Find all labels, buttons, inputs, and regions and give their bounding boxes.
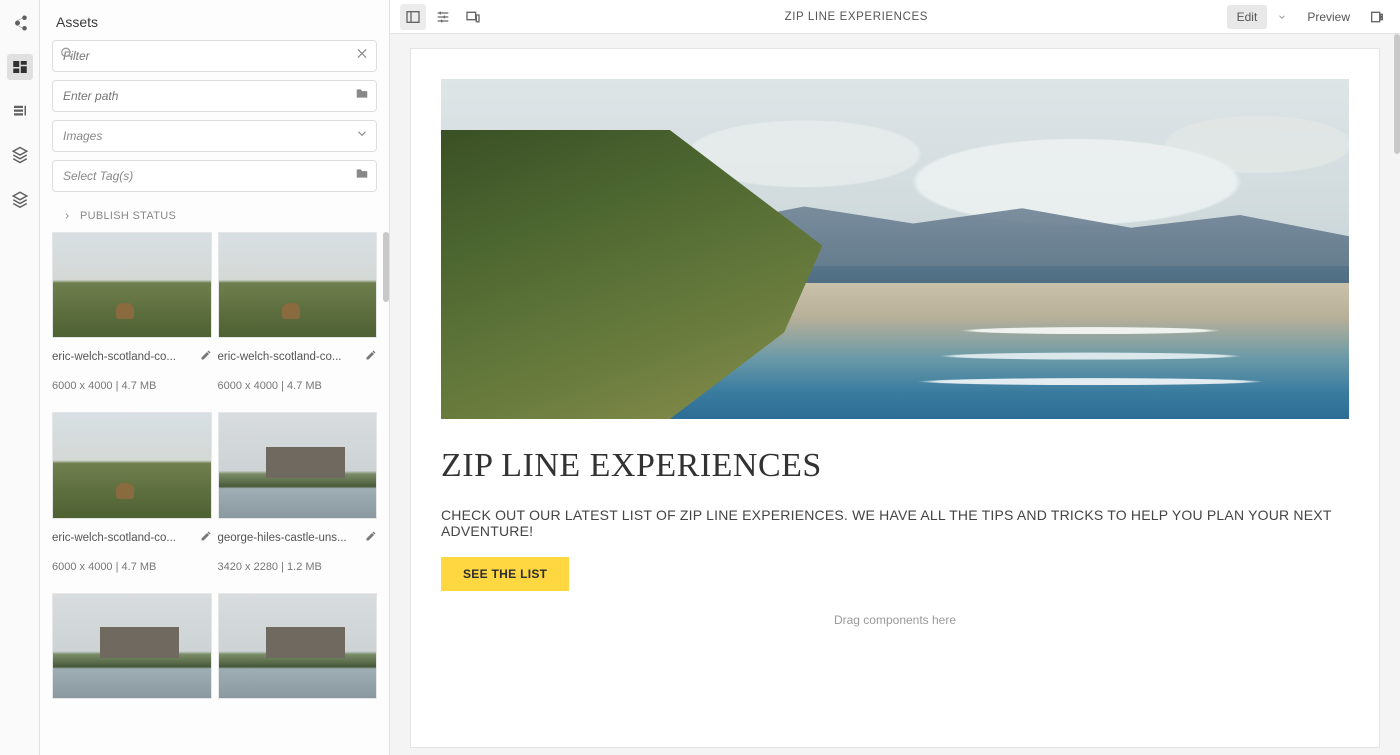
pencil-icon[interactable] (365, 529, 377, 547)
asset-grid: eric-welch-scotland-co... 6000 x 4000 | 4… (52, 232, 377, 699)
components-icon[interactable] (7, 98, 33, 124)
asset-thumbnail-scene (219, 233, 377, 337)
edit-mode-button[interactable]: Edit (1227, 5, 1268, 29)
asset-meta: george-hiles-castle-uns... (218, 529, 378, 547)
asset-card[interactable] (52, 593, 212, 699)
hero-waves (850, 300, 1331, 402)
asset-thumbnail-scene (219, 594, 377, 698)
assets-scrollbar[interactable] (383, 232, 389, 755)
chevron-down-icon[interactable] (355, 127, 369, 146)
sliders-icon[interactable] (430, 4, 456, 30)
assets-icon[interactable] (7, 54, 33, 80)
topbar-right: Edit Preview (1227, 4, 1390, 30)
editor-area: ZIP LINE EXPERIENCES Edit Preview (390, 0, 1400, 755)
filter-input[interactable] (52, 40, 377, 72)
asset-name: eric-welch-scotland-co... (218, 351, 342, 363)
asset-meta: eric-welch-scotland-co... (52, 529, 212, 547)
asset-dimensions: 6000 x 4000 | 4.7 MB (52, 561, 212, 573)
asset-thumbnail[interactable] (218, 232, 378, 338)
content-heading[interactable]: ZIP LINE EXPERIENCES (441, 447, 1349, 485)
filter-row (52, 40, 377, 72)
search-icon (60, 47, 74, 66)
canvas-scrollbar[interactable] (1394, 34, 1400, 755)
cta-button[interactable]: SEE THE LIST (441, 557, 569, 591)
app-root: Assets Images (0, 0, 1400, 755)
asset-thumbnail[interactable] (52, 593, 212, 699)
asset-thumbnail[interactable] (218, 593, 378, 699)
canvas-scrollbar-thumb[interactable] (1394, 34, 1400, 154)
publish-status-label: PUBLISH STATUS (80, 210, 176, 222)
asset-thumbnail-scene (219, 413, 377, 517)
layers-icon[interactable] (7, 186, 33, 212)
asset-thumbnail[interactable] (218, 412, 378, 518)
device-emulator-icon[interactable] (460, 4, 486, 30)
close-icon[interactable] (355, 47, 369, 66)
type-row: Images (52, 120, 377, 152)
canvas-wrap[interactable]: ZIP LINE EXPERIENCES CHECK OUT OUR LATES… (390, 34, 1400, 755)
asset-thumbnail[interactable] (52, 232, 212, 338)
assets-panel: Assets Images (40, 0, 390, 755)
page-title: ZIP LINE EXPERIENCES (486, 11, 1227, 23)
asset-dimensions: 6000 x 4000 | 4.7 MB (218, 380, 378, 392)
mode-chevron-down-icon[interactable] (1271, 12, 1293, 22)
assets-scrollbar-thumb[interactable] (383, 232, 389, 302)
path-row (52, 80, 377, 112)
asset-card[interactable]: eric-welch-scotland-co... 6000 x 4000 | 4… (218, 232, 378, 392)
folder-icon[interactable] (355, 167, 369, 186)
share-icon[interactable] (7, 10, 33, 36)
folder-icon[interactable] (355, 87, 369, 106)
editor-topbar: ZIP LINE EXPERIENCES Edit Preview (390, 0, 1400, 34)
type-select-value: Images (63, 129, 102, 143)
preview-mode-button[interactable]: Preview (1297, 5, 1360, 29)
topbar-left (400, 4, 486, 30)
content-subheading[interactable]: CHECK OUT OUR LATEST LIST OF ZIP LINE EX… (441, 507, 1349, 539)
asset-dimensions: 6000 x 4000 | 4.7 MB (52, 380, 212, 392)
asset-meta: eric-welch-scotland-co... (218, 348, 378, 366)
chevron-right-icon (62, 211, 72, 221)
tags-row: Select Tag(s) (52, 160, 377, 192)
asset-card[interactable] (218, 593, 378, 699)
path-input[interactable] (52, 80, 377, 112)
asset-grid-wrap: eric-welch-scotland-co... 6000 x 4000 | 4… (40, 232, 389, 755)
content-tree-icon[interactable] (7, 142, 33, 168)
side-panel-toggle-icon[interactable] (400, 4, 426, 30)
drag-components-dropzone[interactable]: Drag components here (441, 613, 1349, 627)
assets-panel-title: Assets (40, 0, 389, 40)
asset-card[interactable]: george-hiles-castle-uns... 3420 x 2280 | … (218, 412, 378, 572)
asset-thumbnail-scene (53, 233, 211, 337)
asset-meta: eric-welch-scotland-co... (52, 348, 212, 366)
assets-filters: Images Select Tag(s) (40, 40, 389, 200)
asset-thumbnail-scene (53, 413, 211, 517)
asset-name: george-hiles-castle-uns... (218, 532, 347, 544)
tags-select[interactable]: Select Tag(s) (52, 160, 377, 192)
asset-name: eric-welch-scotland-co... (52, 532, 176, 544)
type-select[interactable]: Images (52, 120, 377, 152)
hero-image[interactable] (441, 79, 1349, 419)
asset-thumbnail[interactable] (52, 412, 212, 518)
pencil-icon[interactable] (200, 529, 212, 547)
pencil-icon[interactable] (365, 348, 377, 366)
tags-select-placeholder: Select Tag(s) (63, 169, 133, 183)
pencil-icon[interactable] (200, 348, 212, 366)
page-frame[interactable]: ZIP LINE EXPERIENCES CHECK OUT OUR LATES… (410, 48, 1380, 748)
asset-name: eric-welch-scotland-co... (52, 351, 176, 363)
page-properties-icon[interactable] (1364, 4, 1390, 30)
asset-thumbnail-scene (53, 594, 211, 698)
asset-card[interactable]: eric-welch-scotland-co... 6000 x 4000 | 4… (52, 232, 212, 392)
left-rail (0, 0, 40, 755)
asset-card[interactable]: eric-welch-scotland-co... 6000 x 4000 | 4… (52, 412, 212, 572)
publish-status-toggle[interactable]: PUBLISH STATUS (40, 200, 389, 232)
asset-dimensions: 3420 x 2280 | 1.2 MB (218, 561, 378, 573)
